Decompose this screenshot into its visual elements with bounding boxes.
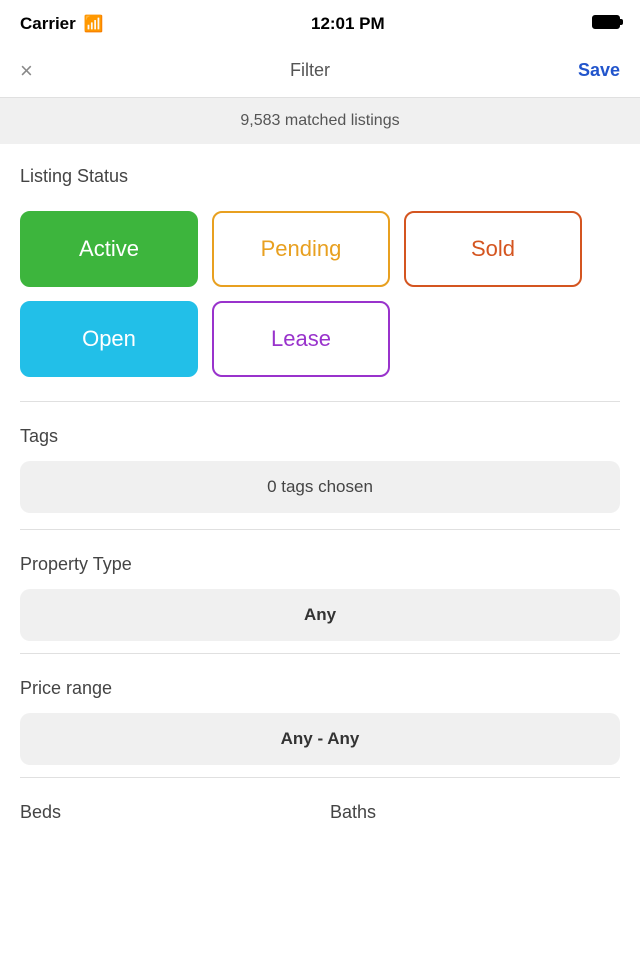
status-bar: Carrier 📶 12:01 PM xyxy=(0,0,640,44)
tags-section: Tags 0 tags chosen xyxy=(0,406,640,525)
baths-label: Baths xyxy=(330,802,620,823)
nav-bar: × Filter Save xyxy=(0,44,640,98)
save-button[interactable]: Save xyxy=(560,60,620,81)
price-range-section: Price range Any - Any xyxy=(0,658,640,773)
tags-label: Tags xyxy=(20,426,620,447)
beds-column: Beds xyxy=(20,802,310,823)
divider-3 xyxy=(20,653,620,654)
close-button[interactable]: × xyxy=(20,58,60,84)
divider-1 xyxy=(20,401,620,402)
carrier-info: Carrier 📶 xyxy=(20,14,104,34)
divider-2 xyxy=(20,529,620,530)
property-type-section: Property Type Any xyxy=(0,534,640,649)
matched-listings-banner: 9,583 matched listings xyxy=(0,98,640,144)
wifi-icon: 📶 xyxy=(84,14,104,34)
pending-status-button[interactable]: Pending xyxy=(212,211,390,287)
divider-4 xyxy=(20,777,620,778)
lease-status-button[interactable]: Lease xyxy=(212,301,390,377)
property-type-button[interactable]: Any xyxy=(20,589,620,641)
listing-status-section: Listing Status xyxy=(0,144,640,211)
price-range-button[interactable]: Any - Any xyxy=(20,713,620,765)
battery-icon xyxy=(592,15,620,34)
active-status-button[interactable]: Active xyxy=(20,211,198,287)
tags-button[interactable]: 0 tags chosen xyxy=(20,461,620,513)
beds-label: Beds xyxy=(20,802,310,823)
carrier-label: Carrier xyxy=(20,14,76,34)
beds-baths-section: Beds Baths xyxy=(0,782,640,831)
listing-status-label: Listing Status xyxy=(20,166,620,187)
open-status-button[interactable]: Open xyxy=(20,301,198,377)
status-buttons-container: Active Pending Sold Open Lease xyxy=(0,211,640,397)
price-range-label: Price range xyxy=(20,678,620,699)
baths-column: Baths xyxy=(330,802,620,823)
property-type-label: Property Type xyxy=(20,554,620,575)
time-display: 12:01 PM xyxy=(311,14,385,34)
nav-title: Filter xyxy=(290,60,330,81)
sold-status-button[interactable]: Sold xyxy=(404,211,582,287)
